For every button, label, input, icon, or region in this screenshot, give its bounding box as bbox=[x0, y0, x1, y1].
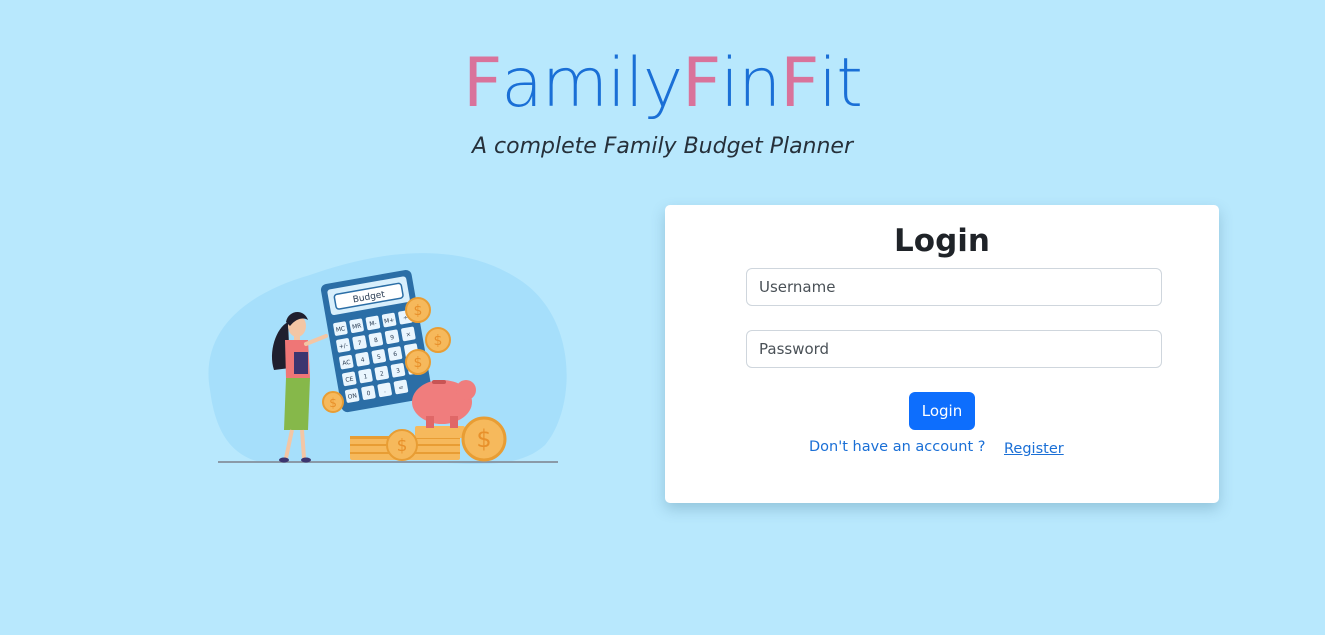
svg-text:CE: CE bbox=[345, 376, 354, 384]
no-account-text: Don't have an account ? bbox=[809, 439, 986, 455]
calculator-key: 5 bbox=[371, 349, 387, 364]
brand-word-it: it bbox=[818, 44, 863, 123]
calculator-key: MC bbox=[333, 321, 348, 336]
login-card: Login Login Don't have an account ? Regi… bbox=[665, 205, 1219, 503]
calculator-key: 8 bbox=[368, 332, 384, 347]
password-input[interactable] bbox=[746, 330, 1162, 368]
calculator-key: +/- bbox=[336, 338, 351, 353]
brand-letter-f1: F bbox=[463, 44, 502, 123]
calculator-key: 6 bbox=[387, 346, 403, 361]
calculator-key: M+ bbox=[381, 312, 397, 328]
brand-word-amily: amily bbox=[501, 44, 683, 123]
svg-text:$: $ bbox=[434, 333, 443, 349]
calculator-key: 1 bbox=[358, 368, 373, 384]
login-title: Login bbox=[894, 223, 990, 259]
coin-icon: $ bbox=[461, 416, 507, 462]
calculator-key: . bbox=[377, 382, 392, 398]
svg-text:$: $ bbox=[329, 396, 337, 410]
svg-text:AC: AC bbox=[342, 359, 351, 367]
tagline: A complete Family Budget Planner bbox=[471, 134, 854, 159]
calculator-key: 2 bbox=[374, 365, 389, 381]
coin-icon: $ bbox=[322, 391, 344, 413]
svg-text:M-: M- bbox=[369, 320, 377, 328]
brand-letter-f3: F bbox=[780, 44, 819, 123]
coin-icon: $ bbox=[405, 349, 431, 375]
calculator-key: CE bbox=[342, 371, 357, 387]
calculator-key: = bbox=[393, 379, 409, 395]
calculator-key: M- bbox=[365, 315, 381, 331]
svg-text:$: $ bbox=[476, 425, 491, 453]
brand-letter-f2: F bbox=[682, 44, 721, 123]
coin-icon: $ bbox=[386, 429, 418, 461]
username-input[interactable] bbox=[746, 268, 1162, 306]
calculator-key: 0 bbox=[361, 385, 376, 400]
login-button[interactable]: Login bbox=[909, 392, 975, 430]
calculator-key: 3 bbox=[390, 363, 406, 378]
svg-text:$: $ bbox=[414, 355, 423, 371]
budget-illustration-svg: Budget MCMRM-M+÷+/-789×AC456-CE123+ON0.=… bbox=[208, 253, 567, 465]
coin-icon: $ bbox=[405, 297, 431, 323]
calculator-key: × bbox=[401, 326, 416, 342]
budget-illustration: Budget MCMRM-M+÷+/-789×AC456-CE123+ON0.=… bbox=[200, 240, 580, 475]
register-link[interactable]: Register bbox=[1004, 441, 1064, 457]
calculator-key: AC bbox=[339, 354, 354, 370]
calculator-key: MR bbox=[349, 318, 364, 333]
calculator-key: 4 bbox=[355, 352, 370, 367]
brand-title: FamilyFinFit bbox=[0, 44, 1325, 124]
brand-word-in: in bbox=[720, 44, 781, 123]
calculator-key: ON bbox=[344, 388, 360, 403]
svg-text:$: $ bbox=[414, 303, 423, 319]
svg-text:$: $ bbox=[397, 436, 408, 456]
calculator-key: 7 bbox=[352, 335, 367, 350]
calculator-key: 9 bbox=[384, 329, 400, 344]
coin-icon: $ bbox=[425, 327, 451, 353]
